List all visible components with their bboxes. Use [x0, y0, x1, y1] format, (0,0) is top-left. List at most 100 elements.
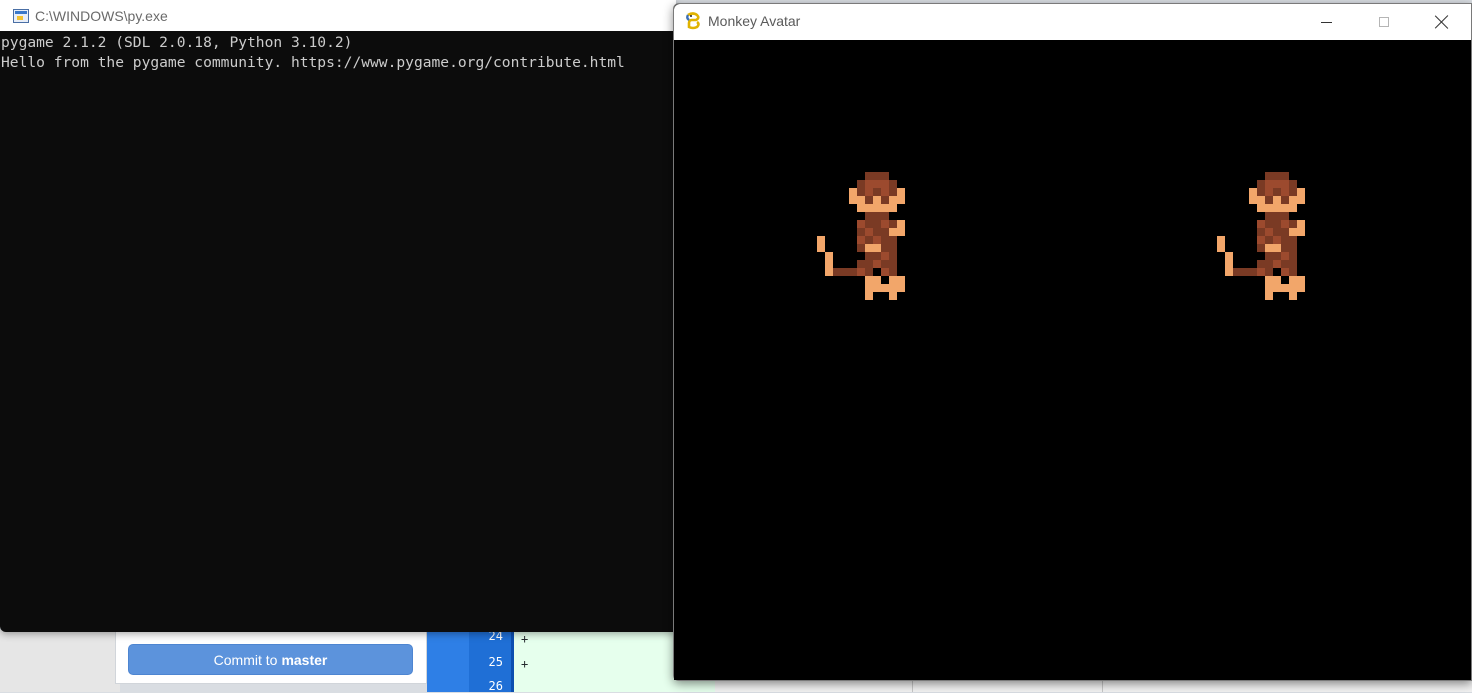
sprite-pixel	[865, 236, 873, 244]
sprite-pixel	[1257, 220, 1265, 228]
minimize-button[interactable]	[1297, 4, 1355, 40]
sprite-pixel	[817, 236, 825, 244]
sprite-pixel	[881, 260, 889, 268]
sprite-pixel	[889, 180, 897, 188]
sprite-pixel	[881, 204, 889, 212]
sprite-pixel	[881, 196, 889, 204]
sprite-pixel	[865, 188, 873, 196]
console-window-title: C:\WINDOWS\py.exe	[35, 7, 168, 24]
sprite-pixel	[889, 228, 897, 236]
pygame-titlebar[interactable]: Monkey Avatar	[674, 4, 1471, 40]
sprite-pixel	[865, 172, 873, 180]
sprite-pixel	[865, 252, 873, 260]
sprite-pixel	[1281, 252, 1289, 260]
sprite-pixel	[1289, 180, 1297, 188]
sprite-pixel	[1249, 268, 1257, 276]
sprite-pixel	[1273, 228, 1281, 236]
sprite-pixel	[1265, 196, 1273, 204]
sprite-pixel	[881, 188, 889, 196]
sprite-pixel	[1225, 268, 1233, 276]
sprite-pixel	[865, 212, 873, 220]
sprite-pixel	[873, 284, 881, 292]
sprite-pixel	[873, 172, 881, 180]
maximize-button[interactable]	[1355, 4, 1413, 40]
sprite-pixel	[865, 276, 873, 284]
sprite-pixel	[1289, 244, 1297, 252]
sprite-pixel	[1281, 220, 1289, 228]
sprite-pixel	[1233, 268, 1241, 276]
sprite-pixel	[1265, 284, 1273, 292]
sprite-pixel	[1289, 260, 1297, 268]
commit-to-master-button[interactable]: Commit to master	[128, 644, 413, 675]
sprite-pixel	[849, 268, 857, 276]
sprite-pixel	[849, 196, 857, 204]
sprite-pixel	[865, 220, 873, 228]
sprite-pixel	[889, 204, 897, 212]
sprite-pixel	[889, 236, 897, 244]
sprite-pixel	[889, 244, 897, 252]
diff-added-sign: +	[521, 632, 529, 646]
sprite-pixel	[881, 172, 889, 180]
sprite-pixel	[1297, 284, 1305, 292]
sprite-pixel	[1257, 196, 1265, 204]
sprite-pixel	[881, 244, 889, 252]
console-titlebar[interactable]: C:\WINDOWS\py.exe	[0, 0, 676, 31]
sprite-pixel	[1257, 236, 1265, 244]
pygame-window-title: Monkey Avatar	[708, 13, 801, 29]
sprite-pixel	[897, 220, 905, 228]
sprite-pixel	[873, 212, 881, 220]
sprite-pixel	[1273, 252, 1281, 260]
sprite-pixel	[1217, 236, 1225, 244]
sprite-pixel	[1257, 268, 1265, 276]
sprite-pixel	[865, 196, 873, 204]
pygame-canvas	[674, 40, 1471, 680]
sprite-pixel	[1273, 196, 1281, 204]
sprite-pixel	[1273, 172, 1281, 180]
sprite-pixel	[897, 228, 905, 236]
close-button[interactable]	[1413, 4, 1471, 40]
sprite-pixel	[865, 244, 873, 252]
sprite-pixel	[881, 212, 889, 220]
console-window: C:\WINDOWS\py.exe pygame 2.1.2 (SDL 2.0.…	[0, 0, 676, 632]
sprite-pixel	[857, 244, 865, 252]
sprite-pixel	[1289, 220, 1297, 228]
sprite-pixel	[1281, 172, 1289, 180]
sprite-pixel	[889, 260, 897, 268]
sprite-pixel	[889, 252, 897, 260]
sprite-pixel	[1265, 204, 1273, 212]
sprite-pixel	[1273, 188, 1281, 196]
sprite-pixel	[1297, 228, 1305, 236]
sprite-pixel	[1273, 236, 1281, 244]
desktop-background	[0, 630, 120, 692]
sprite-pixel	[873, 188, 881, 196]
sprite-pixel	[1265, 228, 1273, 236]
sprite-pixel	[897, 196, 905, 204]
sprite-pixel	[1257, 260, 1265, 268]
sprite-pixel	[1225, 252, 1233, 260]
sprite-pixel	[1281, 228, 1289, 236]
sprite-pixel	[1281, 204, 1289, 212]
sprite-pixel	[1281, 180, 1289, 188]
sprite-pixel	[889, 196, 897, 204]
commit-button-prefix: Commit to	[213, 651, 278, 668]
sprite-pixel	[1289, 284, 1297, 292]
sprite-pixel	[897, 188, 905, 196]
sprite-pixel	[1257, 180, 1265, 188]
diff-added-sign: +	[521, 657, 529, 671]
sprite-pixel	[881, 180, 889, 188]
sprite-pixel	[1273, 180, 1281, 188]
sprite-pixel	[857, 204, 865, 212]
sprite-pixel	[1265, 252, 1273, 260]
sprite-pixel	[825, 252, 833, 260]
sprite-pixel	[1265, 268, 1273, 276]
sprite-pixel	[873, 252, 881, 260]
sprite-pixel	[1289, 276, 1297, 284]
sprite-pixel	[857, 236, 865, 244]
sprite-pixel	[889, 220, 897, 228]
sprite-pixel	[1281, 284, 1289, 292]
sprite-pixel	[865, 284, 873, 292]
close-icon	[1435, 15, 1449, 29]
sprite-pixel	[873, 228, 881, 236]
sprite-pixel	[1265, 236, 1273, 244]
sprite-pixel	[1289, 204, 1297, 212]
